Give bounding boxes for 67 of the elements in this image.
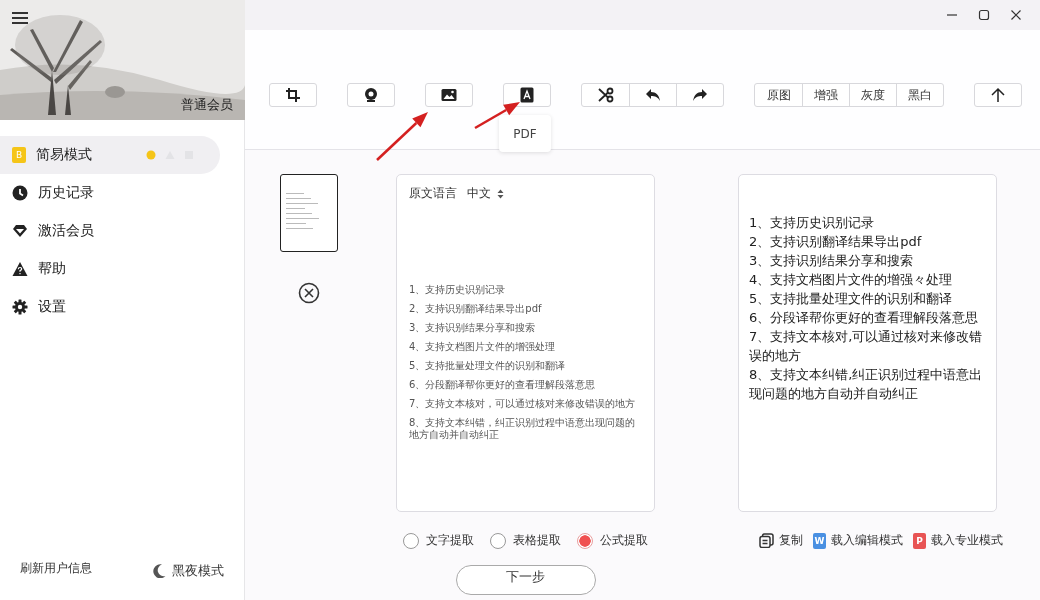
nav-item[interactable]: 激活会员	[0, 212, 220, 250]
nav-item[interactable]: B 简易模式	[0, 136, 220, 174]
radio-button[interactable]	[577, 532, 593, 549]
language-select[interactable]: 中文	[467, 185, 504, 202]
crop-button[interactable]	[269, 83, 317, 107]
radio-label: 公式提取	[600, 532, 648, 549]
pdf-file-button[interactable]	[503, 83, 551, 107]
nav-item[interactable]: 历史记录	[0, 174, 220, 212]
help-icon	[12, 261, 28, 277]
document-text-line: 7、支持文本核对，可以通过核对来修改错误的地方	[409, 398, 637, 410]
radio-label: 文字提取	[426, 532, 474, 549]
result-text-line: 5、支持批量处理文件的识别和翻译	[749, 290, 954, 308]
member-level: 普通会员	[181, 96, 233, 114]
webcam-icon	[363, 87, 379, 103]
image-button[interactable]	[425, 83, 473, 107]
document-icon: P	[913, 532, 926, 549]
refresh-link[interactable]: 刷新用户信息	[20, 560, 92, 577]
result-text-line: 2、支持识别翻译结果导出pdf	[749, 233, 923, 251]
result-text-line: 8、支持文本纠错,纠正识别过程中语意出现问题的地方自动并自动纠正	[749, 366, 984, 403]
document-text-line: 8、支持文本纠错，纠正识别过程中语意出现问题的地方自动并自动纠正	[409, 417, 637, 441]
action-button[interactable]: 复制	[759, 532, 803, 549]
settings-icon	[12, 299, 28, 315]
result-text-line: 7、支持文本核对,可以通过核对来修改错误的地方	[749, 328, 984, 365]
filter-button[interactable]: 黑白	[896, 84, 943, 106]
diamond-icon	[12, 223, 28, 239]
pdf-file-icon	[519, 87, 535, 103]
upload-button[interactable]	[974, 83, 1022, 107]
radio-button[interactable]	[403, 532, 419, 549]
upload-icon	[990, 87, 1006, 103]
document-text-line: 1、支持历史识别记录	[409, 284, 507, 296]
document-text-line: 3、支持识别结果分享和搜索	[409, 322, 537, 334]
document-text-line: 6、分段翻译帮你更好的查看理解段落意思	[409, 379, 597, 391]
language-label: 原文语言	[409, 185, 457, 202]
filter-button[interactable]: 原图	[755, 84, 802, 106]
remove-icon[interactable]	[298, 282, 320, 304]
next-button[interactable]: 下一步	[455, 565, 596, 595]
copy-icon	[759, 533, 774, 548]
night-mode-button[interactable]: 黑夜模式	[153, 562, 224, 580]
webcam-button[interactable]	[347, 83, 395, 107]
document-text-line: 2、支持识别翻译结果导出pdf	[409, 303, 543, 315]
badge-icon: B	[12, 147, 26, 163]
filter-button[interactable]: 灰度	[849, 84, 896, 106]
moon-icon	[153, 564, 166, 578]
result-text-line: 3、支持识别结果分享和搜索	[749, 252, 915, 270]
clock-icon	[12, 185, 28, 201]
document-icon: W	[813, 532, 826, 549]
radio-button[interactable]	[490, 532, 506, 549]
sort-icon	[497, 188, 504, 199]
nav-item[interactable]: 帮助	[0, 250, 220, 288]
filter-button[interactable]: 增强	[802, 84, 849, 106]
action-button[interactable]: P 载入专业模式	[913, 532, 1003, 549]
mode-indicator-icon	[146, 150, 194, 160]
action-button[interactable]: W 载入编辑模式	[813, 532, 903, 549]
crop-icon	[285, 87, 301, 103]
menu-icon[interactable]	[12, 11, 28, 25]
result-text-line: 4、支持文档图片文件的增强々处理	[749, 271, 954, 289]
image-icon	[441, 87, 457, 103]
nav-item[interactable]: 设置	[0, 288, 220, 326]
page-thumbnail[interactable]	[280, 174, 338, 252]
document-text-line: 5、支持批量处理文件的识别和翻译	[409, 360, 567, 372]
annotation-arrow	[474, 102, 520, 130]
radio-label: 表格提取	[513, 532, 561, 549]
tooltip: PDF	[499, 115, 551, 152]
annotation-arrow	[376, 112, 428, 161]
document-text-line: 4、支持文档图片文件的增强处理	[409, 341, 557, 353]
result-text-line: 1、支持历史识别记录	[749, 214, 876, 232]
result-text-line: 6、分段译帮你更好的查看理解段落意思	[749, 309, 980, 327]
